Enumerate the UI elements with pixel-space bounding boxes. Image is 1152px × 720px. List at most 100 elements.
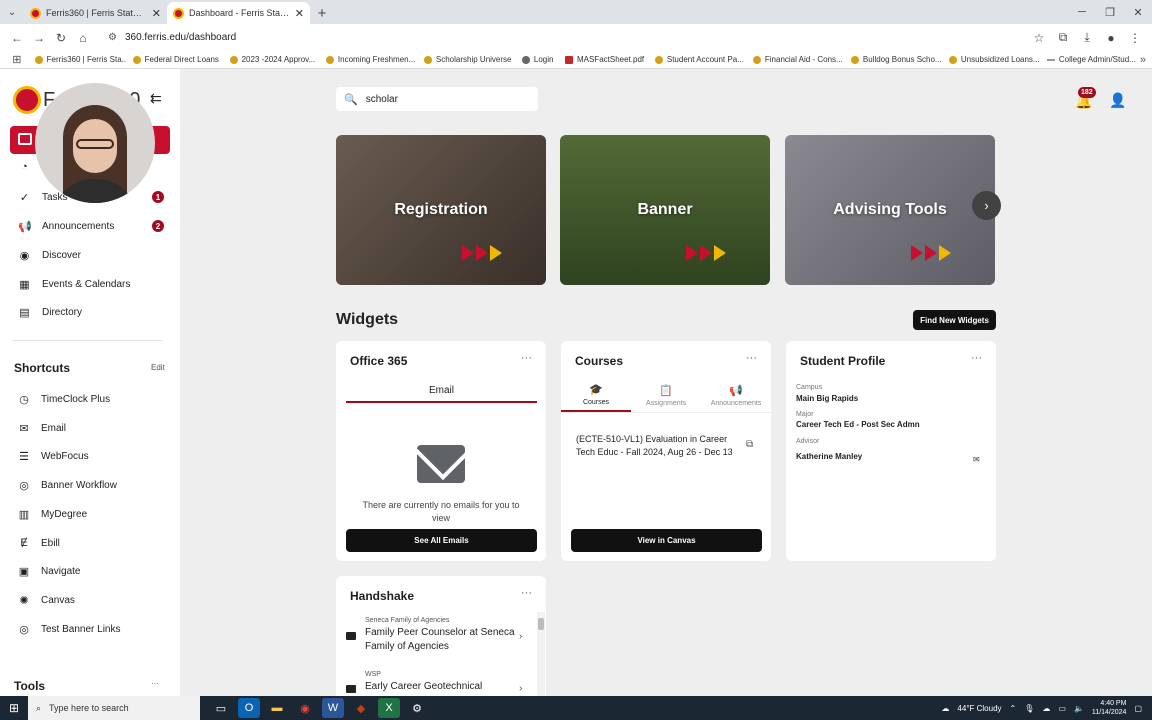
bookmark[interactable]: Login <box>517 55 558 64</box>
reload-icon[interactable]: ↻ <box>50 27 72 49</box>
search-bar[interactable]: 🔍 <box>336 87 538 111</box>
widget-menu-icon[interactable]: ··· <box>521 352 532 364</box>
carousel-card-registration[interactable]: Registration <box>336 135 546 285</box>
ferris-logo[interactable] <box>13 86 41 114</box>
weather-text[interactable]: 44°F Cloudy <box>957 704 1001 713</box>
external-link-icon[interactable]: ⧉ <box>746 439 753 450</box>
bookmark[interactable]: Ferris360 | Ferris Sta... <box>30 55 126 64</box>
shortcut-mydegree[interactable]: ▥ MyDegree <box>0 501 180 527</box>
shortcut-ebill[interactable]: Ɇ Ebill <box>0 530 180 556</box>
restore-icon[interactable]: ❐ <box>1096 0 1124 24</box>
tools-more-icon[interactable]: ··· <box>151 679 159 688</box>
file-explorer-icon[interactable]: ▬ <box>266 698 288 718</box>
shortcut-webfocus[interactable]: ☰ WebFocus <box>0 443 180 469</box>
close-icon[interactable]: ✕ <box>295 7 304 20</box>
bookmark[interactable]: 2023 -2024 Approv... <box>225 55 319 64</box>
app-drop-icon[interactable]: ◆ <box>350 698 372 718</box>
bookmark[interactable]: Incoming Freshmen... <box>321 55 417 64</box>
widget-menu-icon[interactable]: ··· <box>971 352 982 364</box>
view-in-canvas-button[interactable]: View in Canvas <box>571 529 762 552</box>
find-new-widgets-button[interactable]: Find New Widgets <box>913 310 996 330</box>
bookmarks-overflow-icon[interactable]: » <box>1140 54 1146 66</box>
outlook-icon[interactable]: O <box>238 698 260 718</box>
site-info-icon[interactable]: ⚙ <box>108 32 117 43</box>
bookmark[interactable]: MASFactSheet.pdf <box>560 55 648 64</box>
shortcut-banner-workflow[interactable]: ◎ Banner Workflow <box>0 472 180 498</box>
chrome-icon[interactable]: ◉ <box>294 698 316 718</box>
task-view-icon[interactable]: ▭ <box>210 698 232 718</box>
sidebar-item-events[interactable]: ▦ Events & Calendars <box>0 270 180 298</box>
home-icon[interactable]: ⌂ <box>72 27 94 49</box>
download-icon[interactable]: ⤓ <box>1076 27 1098 49</box>
network-icon[interactable]: ▭ <box>1058 704 1066 713</box>
clock[interactable]: 4:40 PM 11/14/2024 <box>1092 699 1127 717</box>
bookmark-star-icon[interactable]: ☆ <box>1028 27 1050 49</box>
sidebar-item-directory[interactable]: ▤ Directory <box>0 298 180 326</box>
shortcut-label: Ebill <box>41 537 60 549</box>
onedrive-icon[interactable]: ☁ <box>1042 704 1050 713</box>
carousel-next-icon[interactable]: › <box>972 191 1001 220</box>
settings-gear-icon[interactable]: ⚙ <box>406 698 428 718</box>
job-listing[interactable]: Seneca Family of Agencies Family Peer Co… <box>346 617 526 657</box>
profile-avatar-icon[interactable]: ● <box>1100 27 1122 49</box>
close-icon[interactable]: ✕ <box>152 7 161 20</box>
sidebar-item-announcements[interactable]: 📢 Announcements 2 <box>0 212 180 240</box>
bookmark[interactable]: Bulldog Bonus Scho... <box>846 55 942 64</box>
weather-icon[interactable]: ☁ <box>941 704 949 713</box>
microphone-icon[interactable]: 🎙 <box>1024 704 1034 713</box>
course-link[interactable]: (ECTE-510-VL1) Evaluation in Career Tech… <box>576 433 746 459</box>
extensions-icon[interactable]: ⧉ <box>1052 27 1074 49</box>
clock-time: 4:40 PM <box>1100 700 1127 707</box>
bookmark[interactable]: Financial Aid - Cons... <box>748 55 844 64</box>
apps-grid-icon[interactable]: ⊞ <box>6 53 28 66</box>
close-window-icon[interactable]: ✕ <box>1124 0 1152 24</box>
word-icon[interactable]: W <box>322 698 344 718</box>
compass-icon: ◉ <box>19 249 30 262</box>
new-tab-icon[interactable]: + <box>310 2 334 24</box>
job-listing[interactable]: WSP Early Career Geotechnical › <box>346 671 526 695</box>
handshake-scrollbar[interactable] <box>537 612 545 696</box>
email-advisor-icon[interactable]: ✉ <box>973 455 980 464</box>
user-profile-icon[interactable]: 👤 <box>1109 92 1126 109</box>
windows-start-icon[interactable]: ⊞ <box>0 696 28 720</box>
shortcut-navigate[interactable]: ▣ Navigate <box>0 558 180 584</box>
shortcut-timeclock[interactable]: ◷ TimeClock Plus <box>0 386 180 412</box>
tab-assignments[interactable]: 📋 Assignments <box>631 379 701 412</box>
tab-announcements[interactable]: 📢 Announcements <box>701 379 771 412</box>
bookmark[interactable]: Scholarship Universe <box>419 55 515 64</box>
shortcut-test-banner-links[interactable]: ◎ Test Banner Links <box>0 616 180 642</box>
shortcuts-edit-link[interactable]: Edit <box>151 363 165 372</box>
browser-menu-icon[interactable]: ⋮ <box>1124 27 1146 49</box>
url-field[interactable]: ⚙ 360.ferris.edu/dashboard <box>100 27 1022 49</box>
tab-label: Assignments <box>645 400 687 407</box>
widget-menu-icon[interactable]: ··· <box>746 352 757 364</box>
carousel-card-advising-tools[interactable]: Advising Tools <box>785 135 995 285</box>
volume-icon[interactable]: 🔈 <box>1074 704 1084 713</box>
bookmark[interactable]: Federal Direct Loans <box>128 55 223 64</box>
notifications-icon[interactable]: ▢ <box>1134 704 1142 713</box>
sidebar-item-discover[interactable]: ◉ Discover <box>0 241 180 269</box>
shortcut-canvas[interactable]: ✺ Canvas <box>0 587 180 613</box>
see-all-emails-button[interactable]: See All Emails <box>346 529 537 552</box>
browser-tab[interactable]: Ferris360 | Ferris State University ✕ <box>24 2 167 24</box>
browser-tab-active[interactable]: Dashboard - Ferris State University ✕ <box>167 2 310 24</box>
bookmark[interactable]: Unsubsidized Loans... <box>944 55 1040 64</box>
excel-icon[interactable]: X <box>378 698 400 718</box>
shortcut-email[interactable]: ✉ Email <box>0 415 180 441</box>
tab-search-icon[interactable]: ⌄ <box>0 0 24 24</box>
forward-icon[interactable]: → <box>28 27 50 49</box>
sidebar-item-label: Announcements <box>42 220 115 232</box>
bookmark[interactable]: College Admin/Stud... <box>1042 55 1138 64</box>
collapse-sidebar-icon[interactable]: ⇇ <box>150 90 162 107</box>
bookmark[interactable]: Student Account Pa... <box>650 55 746 64</box>
tab-email[interactable]: Email <box>346 379 537 403</box>
widget-menu-icon[interactable]: ··· <box>521 587 532 599</box>
tray-chevron-icon[interactable]: ⌃ <box>1010 704 1017 713</box>
tab-courses[interactable]: 🎓 Courses <box>561 379 631 412</box>
search-input[interactable] <box>365 93 526 105</box>
taskbar-search-field[interactable]: ⌕ Type here to search <box>28 696 200 720</box>
carousel-card-banner[interactable]: Banner <box>560 135 770 285</box>
search-icon: ⌕ <box>36 702 42 713</box>
minimize-icon[interactable]: ─ <box>1068 0 1096 24</box>
back-icon[interactable]: ← <box>6 27 28 49</box>
